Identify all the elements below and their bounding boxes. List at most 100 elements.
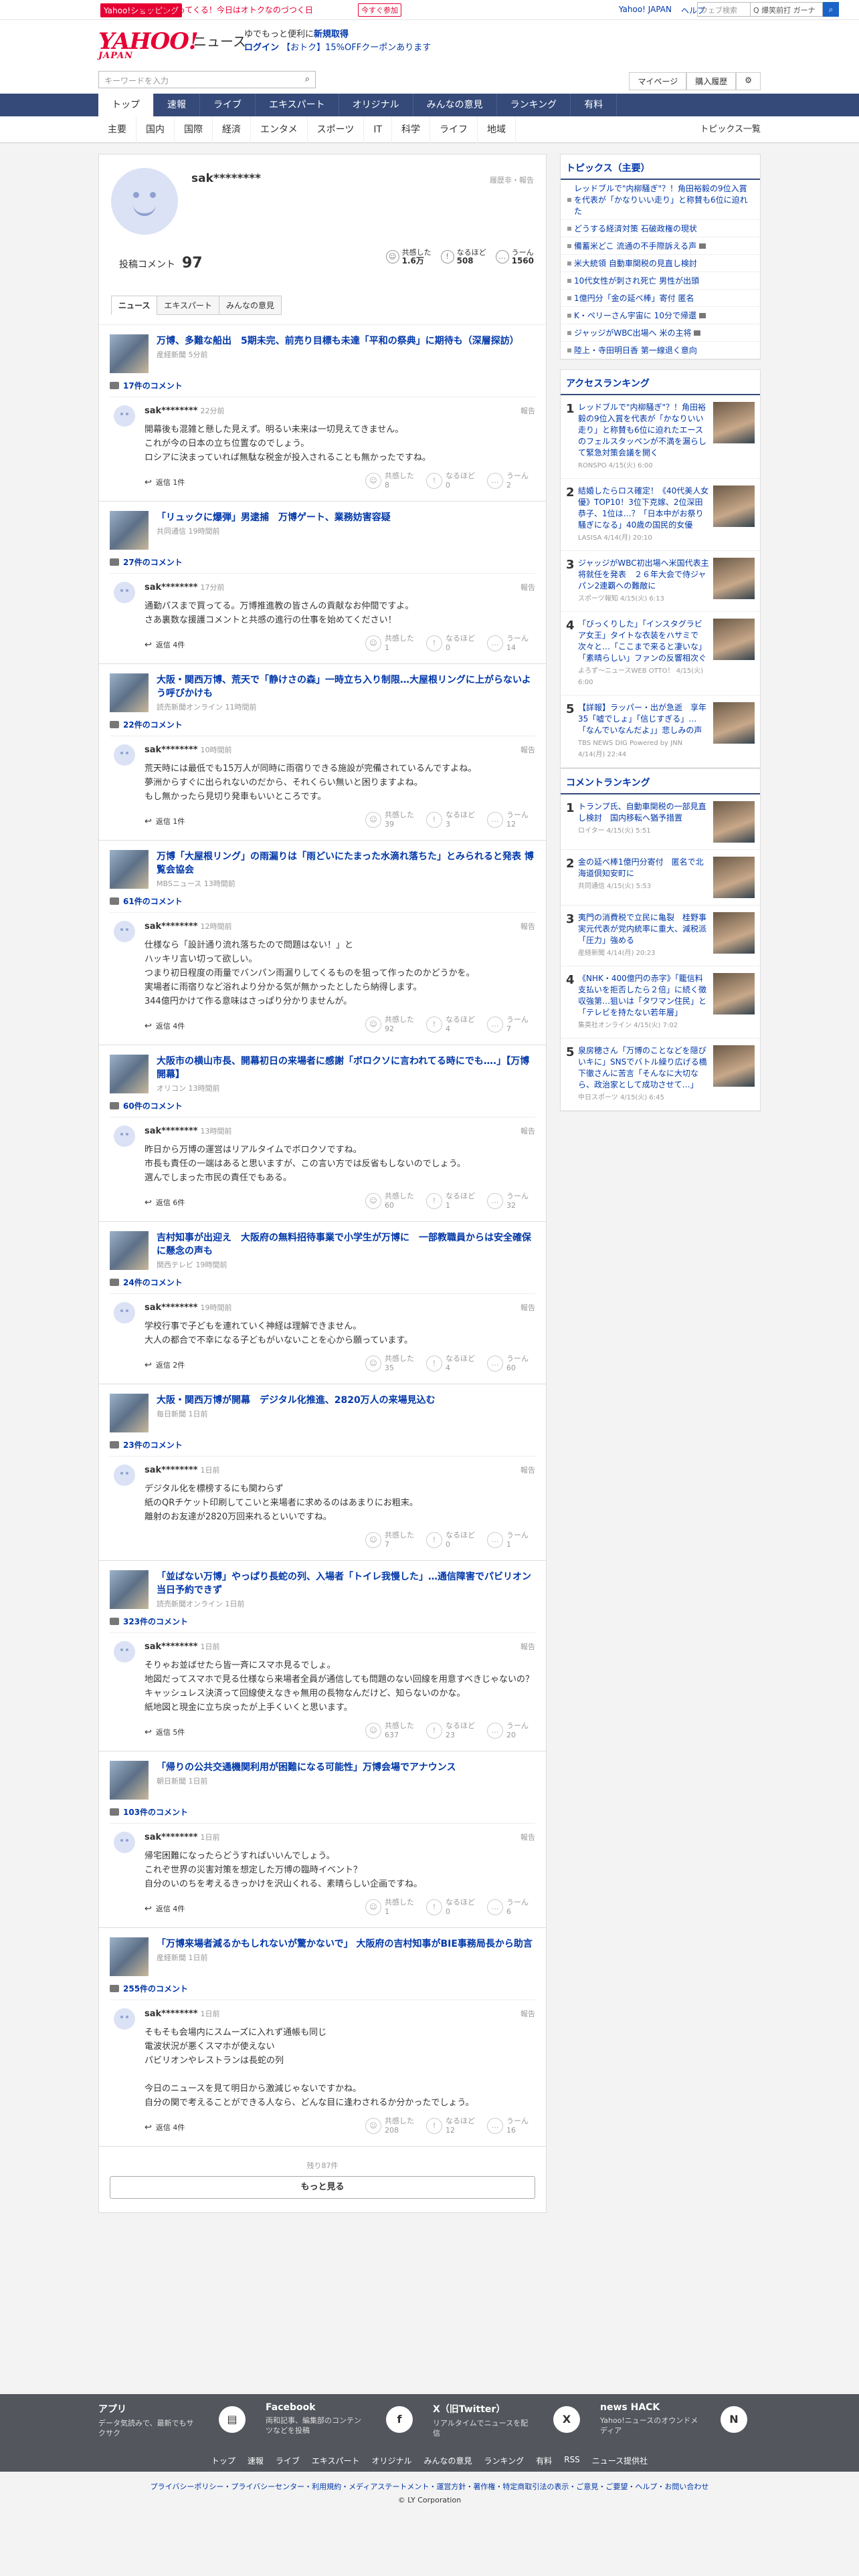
comment-count-link[interactable]: 27件のコメント (99, 554, 546, 573)
reply-button[interactable]: ↩ 返信 1件 (145, 816, 185, 827)
article-link[interactable]: 大阪・関西万博が開幕 デジタル化推進、2820万人の来場見込む 毎日新聞 1日前 (99, 1384, 546, 1436)
ranking-item[interactable]: 4 《NHK・400億円の赤字》「籠信料支払いを拒否したら２倍」に続く徴収強第…狙… (561, 966, 760, 1039)
reaction-button[interactable]: ☺ 共感した 39 (365, 811, 414, 829)
reaction-button[interactable]: ☺ 共感した 35 (365, 1354, 414, 1373)
history-report-link[interactable]: 履歴非・報告 (490, 175, 534, 185)
category-science[interactable]: 科学 (392, 116, 431, 143)
article-thumbnail[interactable] (110, 1937, 149, 1976)
category-entertainment[interactable]: エンタメ (251, 116, 308, 143)
ranking-thumbnail[interactable] (713, 912, 755, 954)
ranking-thumbnail[interactable] (713, 486, 755, 527)
reaction-button[interactable]: ☺ 共感した 1 (365, 634, 414, 653)
topic-text[interactable]: 陸上・寺田明日香 第一線退く意向 (574, 344, 697, 356)
reaction-button[interactable]: ☺ 共感した 92 (365, 1015, 414, 1034)
reaction-button[interactable]: ☺ 共感した 7 (365, 1531, 414, 1549)
reaction-button[interactable]: ! なるほど 23 (426, 1721, 475, 1740)
ranking-thumbnail[interactable] (713, 973, 755, 1014)
reply-button[interactable]: ↩ 返信 2件 (145, 1360, 185, 1370)
article-title[interactable]: 「並ばない万博」やっぱり長蛇の列、入場者「トイレ我慢した」…通信障害でパビリオン… (157, 1570, 535, 1597)
article-thumbnail[interactable] (110, 334, 149, 373)
footer-link[interactable]: 有料 (536, 2455, 552, 2466)
article-title[interactable]: 万博、多難な船出 5期未完、前売り目標も未達「平和の祭典」に期待も（深層探訪） (157, 334, 519, 348)
tab-expert[interactable]: エキスパート (157, 296, 220, 315)
reaction-button[interactable]: … うーん 6 (487, 1898, 529, 1917)
ranking-item[interactable]: 5 泉房穂さん「万博のことなどを隠ぴいキに」SNSでバトル繰り広げる橋下徹さんに苦… (561, 1039, 760, 1111)
ranking-item[interactable]: 5 【詳報】ラッパー・出が急逝 享年35「嘘でしょ」「信じすぎる」…「なんでいなん… (561, 695, 760, 768)
gnav-breaking[interactable]: 速報 (154, 94, 200, 116)
topic-text[interactable]: どうする経済対策 石破政権の現状 (574, 223, 697, 234)
reply-button[interactable]: ↩ 返信 4件 (145, 639, 185, 650)
reaction-button[interactable]: ! なるほど 12 (426, 2117, 475, 2135)
reply-button[interactable]: ↩ 返信 5件 (145, 1727, 185, 1737)
reaction-button[interactable]: … うーん 2 (487, 471, 529, 490)
category-it[interactable]: IT (364, 116, 393, 143)
footer-link[interactable]: エキスパート (312, 2455, 360, 2466)
ranking-thumbnail[interactable] (713, 402, 755, 443)
article-link[interactable]: 「並ばない万博」やっぱり長蛇の列、入場者「トイレ我慢した」…通信障害でパビリオン… (99, 1561, 546, 1613)
web-search-button[interactable]: ⌕ (823, 2, 839, 17)
search-icon[interactable]: ⌕ (305, 74, 310, 84)
footer-app-1[interactable]: Facebook 両和記事、編集部のコンテンツなどを投稿 f (266, 2402, 426, 2436)
purchase-history-button[interactable]: 購入履歴 (686, 72, 737, 90)
ranking-item[interactable]: 2 結婚したらロス確定！《40代美人女優》TOP10！3位下克嫁、2位深田恭子、1… (561, 479, 760, 551)
topic-text[interactable]: レッドブルで"内柳騒ぎ"？！角田裕毅の9位入賞を代表が「かなりいい走り」と称賛も… (574, 183, 753, 217)
article-title[interactable]: 大阪・関西万博、荒天で「静けさの森」一時立ち入り制限…大屋根リングに上がらないよ… (157, 673, 535, 700)
ranking-title[interactable]: レッドブルで"内柳騒ぎ"？！角田裕毅の9位入賞を代表が「かなりいい走り」と称賛も… (578, 402, 709, 459)
mypage-button[interactable]: マイページ (629, 72, 687, 90)
topic-text[interactable]: 10代女性が刺され死亡 男性が出頭 (574, 275, 699, 286)
footer-link[interactable]: みんなの意見 (424, 2455, 472, 2466)
reaction-button[interactable]: … うーん 20 (487, 1721, 529, 1740)
report-link[interactable]: 報告 (520, 2008, 535, 2019)
reaction-button[interactable]: ! なるほど 4 (426, 1354, 475, 1373)
report-link[interactable]: 報告 (520, 405, 535, 416)
topic-item[interactable]: 米大統領 自動車関税の見直し検討 (561, 255, 760, 272)
article-thumbnail[interactable] (110, 1055, 149, 1093)
article-thumbnail[interactable] (110, 1570, 149, 1609)
article-thumbnail[interactable] (110, 850, 149, 889)
report-link[interactable]: 報告 (520, 1641, 535, 1652)
report-link[interactable]: 報告 (520, 1125, 535, 1136)
ranking-thumbnail[interactable] (713, 702, 755, 744)
category-international[interactable]: 国際 (175, 116, 213, 143)
tab-opinion[interactable]: みんなの意見 (219, 296, 282, 315)
ranking-item[interactable]: 3 ジャッジがWBC初出場へ米国代表主将就任を発表 ２６年大会で侍ジャパン2連覇へ… (561, 551, 760, 612)
topic-item[interactable]: 陸上・寺田明日香 第一線退く意向 (561, 342, 760, 359)
newshack-icon[interactable]: N (721, 2406, 747, 2433)
article-title[interactable]: 大阪市の横山市長、開幕初日の来場者に感謝「ボロクソに言われてる時にでも….」【万… (157, 1055, 535, 1081)
reply-button[interactable]: ↩ 返信 4件 (145, 1021, 185, 1031)
web-search-input[interactable]: ウェブ検索 (697, 2, 751, 17)
x-icon[interactable]: X (553, 2406, 580, 2433)
article-thumbnail[interactable] (110, 1231, 149, 1270)
tab-news[interactable]: ニュース (111, 296, 158, 315)
category-domestic[interactable]: 国内 (136, 116, 175, 143)
comment-count-link[interactable]: 22件のコメント (99, 716, 546, 736)
gnav-expert[interactable]: エキスパート (256, 94, 339, 116)
category-main[interactable]: 主要 (98, 116, 136, 143)
topic-item[interactable]: 10代女性が刺され死亡 男性が出頭 (561, 272, 760, 290)
footer-link[interactable]: ニュース提供社 (592, 2455, 648, 2466)
reaction-button[interactable]: … うーん 7 (487, 1015, 529, 1034)
reaction-button[interactable]: … うーん 32 (487, 1192, 529, 1210)
reaction-button[interactable]: … うーん 60 (487, 1354, 529, 1373)
topic-item[interactable]: 備蓄米どこ 流通の不手際訴える声 (561, 237, 760, 255)
comment-count-link[interactable]: 60件のコメント (99, 1097, 546, 1117)
facebook-icon[interactable]: f (386, 2406, 413, 2433)
article-link[interactable]: 「リュックに爆弾」男逮捕 万博ゲート、業務妨害容疑 共同通信 19時間前 (99, 502, 546, 554)
ranking-thumbnail[interactable] (713, 619, 755, 660)
category-sports[interactable]: スポーツ (308, 116, 365, 143)
ranking-title[interactable]: ジャッジがWBC初出場へ米国代表主将就任を発表 ２６年大会で侍ジャパン2連覇への… (578, 558, 709, 592)
load-more-button[interactable]: もっと見る (110, 2176, 535, 2199)
join-now-chip[interactable]: 今すぐ参加 (358, 3, 401, 17)
footer-app-2[interactable]: X（旧Twitter） リアルタイムでニュースを配信 X (433, 2402, 593, 2438)
article-title[interactable]: 吉村知事が出迎え 大阪府の無料招待事業で小学生が万博に 一部教職員からは安全確保… (157, 1231, 535, 1258)
ranking-title[interactable]: 金の延べ棒1億円分寄付 匿名で北海道倶知安町に (578, 857, 709, 879)
topics-list-link[interactable]: トピックス一覧 (700, 116, 761, 143)
reaction-button[interactable]: ! なるほど 4 (426, 1015, 475, 1034)
ranking-title[interactable]: 夷門の消費税で立民に亀裂 桂野事実元代表が党内統率に重大、減税派「圧力」強める (578, 912, 709, 946)
reaction-button[interactable]: ! なるほど 0 (426, 471, 475, 490)
ranking-item[interactable]: 1 レッドブルで"内柳騒ぎ"？！角田裕毅の9位入賞を代表が「かなりいい走り」と称賛… (561, 395, 760, 479)
topic-text[interactable]: K・ペリーさん宇宙に 10分で帰還 (574, 310, 696, 321)
reaction-button[interactable]: ☺ 共感した 208 (365, 2117, 414, 2135)
article-link[interactable]: 「万博来場者減るかもしれないが驚かないで」 大阪府の吉村知事がBIE事務局長から… (99, 1928, 546, 1980)
footer-link[interactable]: ライブ (276, 2455, 300, 2466)
